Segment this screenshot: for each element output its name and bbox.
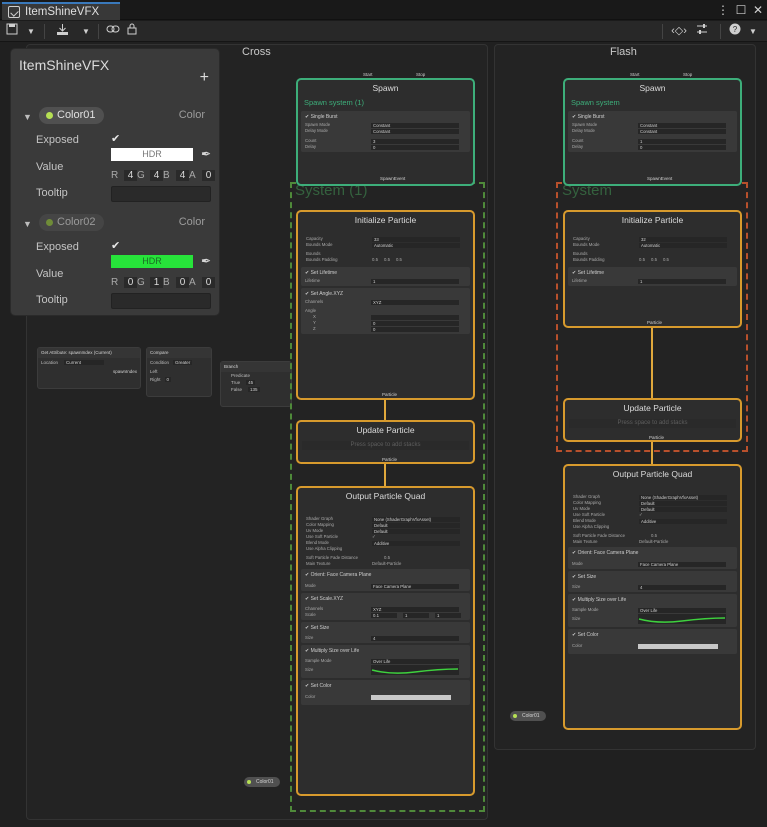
spawn-system-name[interactable]: Spawn system (565, 96, 740, 109)
context-title: Output Particle Quad (612, 469, 693, 479)
block-set-color[interactable]: ✔ Set Color Color (568, 629, 737, 654)
svg-text:?: ? (733, 25, 738, 34)
toolbar: ▼ ▼ ‹◇› ? ▼ (0, 21, 767, 42)
exposed-label: Exposed (36, 134, 79, 146)
context-title: Initialize Particle (354, 215, 417, 225)
save-dropdown-icon[interactable]: ▼ (25, 23, 37, 40)
link-icon[interactable] (105, 23, 121, 40)
spawn-context-cross[interactable]: Start Stop Spawn Spawn system (1) ✔ Sing… (296, 72, 475, 186)
flow-wire (384, 464, 386, 486)
block-set-size[interactable]: ✔ Set Size Size 4 (301, 622, 470, 643)
spawn-context-flash[interactable]: Start Stop Spawn Spawn system ✔ Single B… (563, 72, 742, 186)
context-title: Spawn (639, 83, 666, 93)
context-title: Spawn (372, 83, 399, 93)
add-property-button[interactable]: + (200, 69, 209, 87)
cross-title: Cross (242, 46, 271, 58)
size-curve (371, 665, 459, 675)
property-pill-color02[interactable]: Color02 (39, 214, 104, 231)
tab-bar: ItemShineVFX ⋮ ☐ ✕ (0, 0, 767, 20)
help-dropdown-icon[interactable]: ▼ (747, 23, 759, 40)
block-set-color[interactable]: ✔ Set Color Color (301, 680, 470, 705)
property-type: Color (178, 109, 205, 121)
block-set-lifetime[interactable]: ✔ Set Lifetime Lifetime 1 (568, 267, 737, 286)
eyedropper-icon[interactable]: ✒ (201, 147, 213, 161)
block-multiply-size[interactable]: ✔ Multiply Size over Life Sample Mode Ove… (301, 645, 470, 678)
tab-title: ItemShineVFX (25, 6, 100, 18)
exposed-checkbox[interactable]: ✔ (111, 240, 123, 252)
flow-wire (651, 328, 653, 398)
initialize-context-flash[interactable]: Initialize Particle Capacity 32 Bounds Mo… (563, 210, 742, 328)
block-single-burst[interactable]: ✔ Single Burst Spawn Mode Constant Delay … (301, 111, 470, 152)
context-title: Update Particle (623, 403, 682, 413)
flow-wire (651, 442, 653, 464)
block-set-angle[interactable]: ✔ Set Angle.XYZ Channels XYZ Angle X Y0 Z… (301, 288, 470, 334)
import-dropdown-icon[interactable]: ▼ (80, 23, 92, 40)
block-multiply-size[interactable]: ✔ Multiply Size over Life Sample Mode Ove… (568, 594, 737, 627)
chevron-down-icon[interactable]: ▼ (23, 219, 32, 229)
save-icon[interactable] (5, 23, 19, 40)
initialize-context-cross[interactable]: Initialize Particle Capacity 33 Bounds Mo… (296, 210, 475, 400)
rgba-fields-color02[interactable]: R0 G1 B0 A0 (111, 277, 215, 288)
rgba-fields-color01[interactable]: R4 G4 B4 A0 (111, 170, 215, 181)
get-attribute-node[interactable]: Get Attribute: spawnIndex (Current) Loca… (37, 347, 141, 389)
tab-itemshinevfx[interactable]: ItemShineVFX (2, 2, 120, 20)
tooltip-field-color01[interactable] (111, 186, 211, 202)
tooltip-label: Tooltip (36, 294, 68, 306)
block-single-burst[interactable]: ✔ Single Burst Spawn Mode Constant Delay … (568, 111, 737, 152)
flash-title: Flash (610, 46, 637, 58)
block-set-size[interactable]: ✔ Set Size Size 4 (568, 571, 737, 592)
vfx-asset-icon (8, 6, 20, 18)
branch-node[interactable]: Branch Predicate True 45 False 135 (220, 361, 292, 407)
kebab-menu-icon[interactable]: ⋮ (716, 3, 730, 17)
value-label: Value (36, 268, 64, 280)
tooltip-label: Tooltip (36, 187, 68, 199)
block-orient[interactable]: ✔ Orient: Face Camera Plane Mode Face Cam… (568, 547, 737, 569)
property-type: Color (178, 216, 205, 228)
color01-input-node-cross[interactable]: Color01 (244, 777, 280, 787)
settings-sliders-icon[interactable] (694, 23, 710, 40)
flow-wire (384, 400, 386, 420)
output-context-flash[interactable]: Output Particle Quad Shader Graph None (S… (563, 464, 742, 730)
color-swatch-color02[interactable]: HDR (111, 255, 193, 268)
lock-icon[interactable] (125, 23, 139, 40)
compare-node[interactable]: Compare Condition Greater Left Right 0 (146, 347, 212, 397)
exposed-label: Exposed (36, 241, 79, 253)
help-icon[interactable]: ? (728, 23, 742, 40)
spawn-system-name[interactable]: Spawn system (1) (298, 96, 473, 109)
tooltip-field-color02[interactable] (111, 293, 211, 309)
context-title: Update Particle (356, 425, 415, 435)
block-set-scale[interactable]: ✔ Set Scale.XYZ Channels XYZ Scale 0.1 1 1 (301, 593, 470, 620)
block-orient[interactable]: ✔ Orient: Face Camera Plane Mode Face Cam… (301, 569, 470, 591)
output-context-cross[interactable]: Output Particle Quad Shader Graph None (S… (296, 486, 475, 796)
block-set-lifetime[interactable]: ✔ Set Lifetime Lifetime 1 (301, 267, 470, 286)
blackboard-title: ItemShineVFX (19, 57, 110, 73)
context-title: Output Particle Quad (345, 491, 426, 501)
close-icon[interactable]: ✕ (751, 3, 765, 17)
update-context-flash[interactable]: Update Particle Press space to add stack… (563, 398, 742, 442)
property-pill-color01[interactable]: Color01 (39, 107, 104, 124)
value-label: Value (36, 161, 64, 173)
import-icon[interactable] (54, 23, 70, 40)
size-curve (638, 614, 726, 624)
color01-input-node-flash[interactable]: Color01 (510, 711, 546, 721)
chevron-down-icon[interactable]: ▼ (23, 112, 32, 122)
context-title: Initialize Particle (621, 215, 684, 225)
update-context-cross[interactable]: Update Particle Press space to add stack… (296, 420, 475, 464)
exposed-checkbox[interactable]: ✔ (111, 133, 123, 145)
color-swatch-color01[interactable]: HDR (111, 148, 193, 161)
eyedropper-icon[interactable]: ✒ (201, 254, 213, 268)
maximize-icon[interactable]: ☐ (734, 3, 748, 17)
code-view-icon[interactable]: ‹◇› (670, 23, 688, 40)
blackboard-panel: ItemShineVFX + ▼ Color01 Color Exposed ✔… (10, 48, 220, 316)
